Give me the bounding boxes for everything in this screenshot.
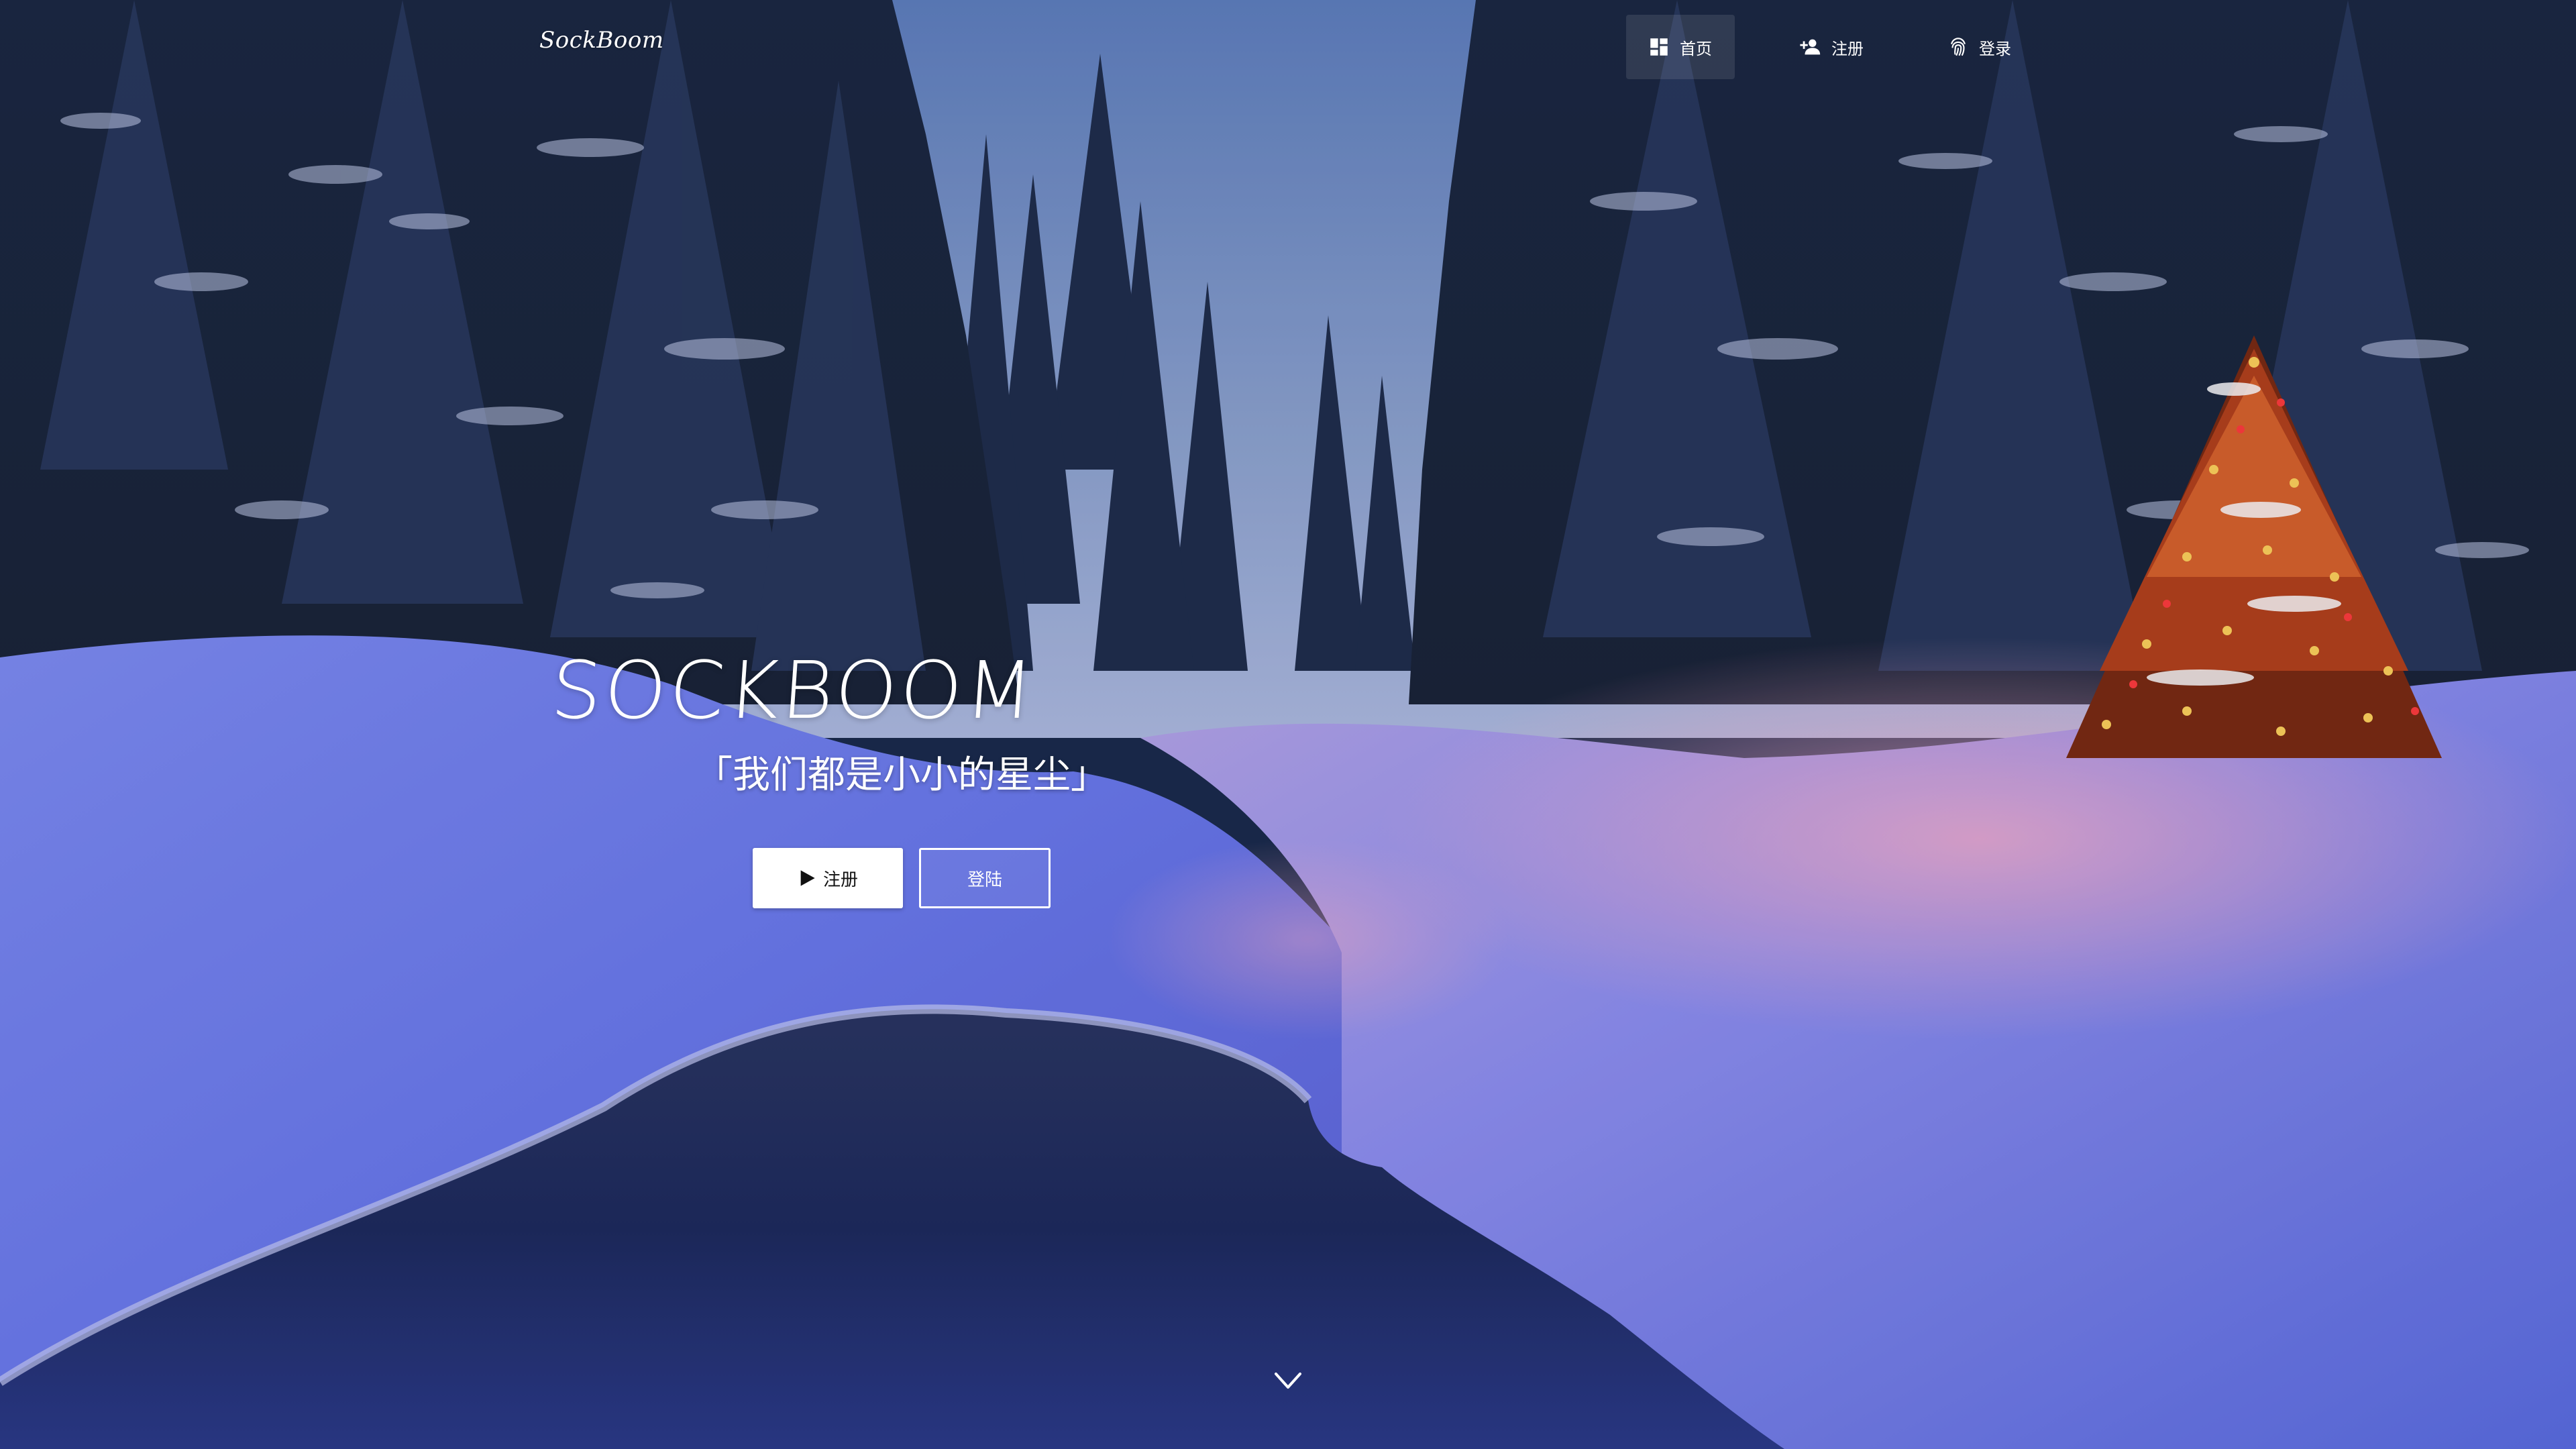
hero-title: SOCKBOOM <box>548 644 1040 737</box>
nav-item-home[interactable]: 首页 <box>1626 15 1735 79</box>
login-button[interactable]: 登陆 <box>919 848 1051 908</box>
hero-subtitle: 「我们都是小小的星尘」 <box>695 753 1108 797</box>
register-button-label: 注册 <box>822 869 858 890</box>
play-icon <box>800 870 815 886</box>
nav-item-label: 登录 <box>1979 40 2011 58</box>
login-button-label: 登陆 <box>967 869 1002 890</box>
winter-forest-image <box>0 0 2576 1449</box>
brand-logo[interactable]: SockBoom <box>539 27 664 54</box>
register-button[interactable]: 注册 <box>753 848 903 908</box>
navbar: SockBoom 首页 注册 登录 <box>0 0 2576 94</box>
nav-item-register[interactable]: 注册 <box>1778 15 1885 79</box>
nav-item-label: 注册 <box>1831 40 1864 58</box>
chevron-down-icon[interactable] <box>1272 1368 1304 1393</box>
dashboard-icon <box>1650 38 1668 56</box>
fingerprint-icon <box>1951 38 1966 56</box>
background-scene <box>0 0 2576 1449</box>
nav-item-label: 首页 <box>1680 40 1712 58</box>
nav-item-login[interactable]: 登录 <box>1925 15 2033 79</box>
person-add-icon <box>1800 39 1821 55</box>
